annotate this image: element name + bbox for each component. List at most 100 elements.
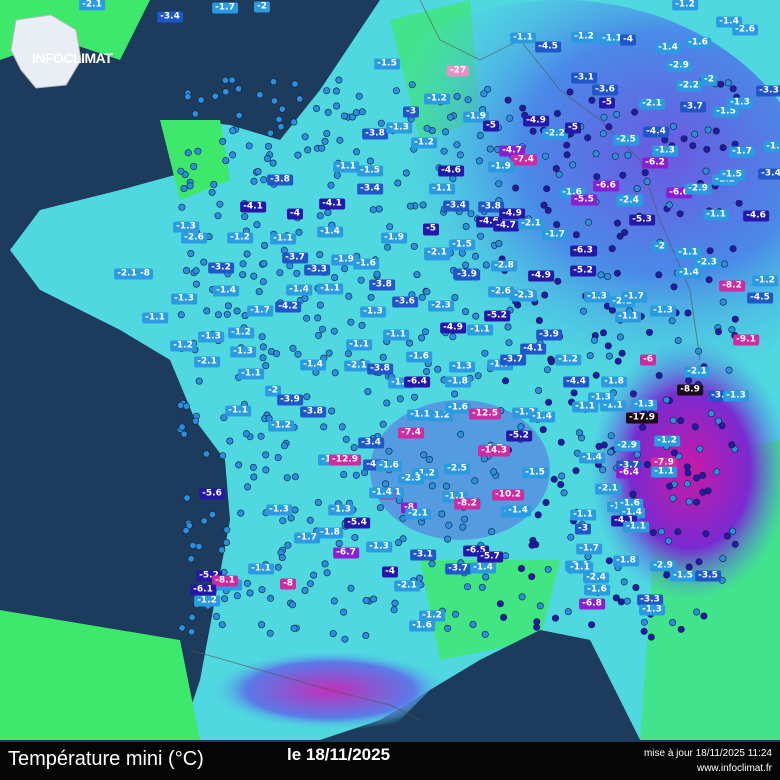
station-label[interactable]: -2.9	[666, 60, 692, 72]
station-label[interactable]: -1.4	[369, 487, 395, 499]
station-label[interactable]: -1.2	[555, 354, 581, 366]
station-label[interactable]: -5	[423, 223, 439, 235]
station-label[interactable]: -3.8	[367, 363, 393, 375]
station-label[interactable]: -4.9	[440, 322, 466, 334]
station-label[interactable]: -3	[403, 106, 419, 118]
station-label[interactable]: -1.4	[213, 285, 239, 297]
station-label[interactable]: -1.8	[445, 376, 471, 388]
station-label[interactable]: -4	[287, 208, 303, 220]
station-label[interactable]: -7.4	[511, 154, 537, 166]
station-label[interactable]: -1.4	[317, 226, 343, 238]
station-label[interactable]: -2.1	[114, 268, 140, 280]
station-label[interactable]: -4.5	[747, 292, 773, 304]
station-label[interactable]: -1.2	[424, 93, 450, 105]
station-label[interactable]: -6	[640, 354, 656, 366]
station-label[interactable]: -1.3	[584, 291, 610, 303]
station-label[interactable]: -1.9	[488, 161, 514, 173]
station-label[interactable]: -2	[254, 1, 270, 13]
station-label[interactable]: -6.7	[333, 547, 359, 559]
station-label[interactable]: -1.5	[522, 467, 548, 479]
station-label[interactable]: -1.3	[449, 361, 475, 373]
station-label[interactable]: -1.2	[654, 435, 680, 447]
station-label[interactable]: -2.1	[518, 218, 544, 230]
station-label[interactable]: -1.2	[170, 340, 196, 352]
station-label[interactable]: -2.4	[583, 572, 609, 584]
station-label[interactable]: -1.1	[429, 183, 455, 195]
station-label[interactable]: -6.1	[190, 584, 216, 596]
station-label[interactable]: -3.8	[300, 406, 326, 418]
station-label[interactable]: -1.1	[570, 509, 596, 521]
station-label[interactable]: -12.5	[469, 408, 501, 420]
station-label[interactable]: -2.1	[194, 356, 220, 368]
station-label[interactable]: -1.8	[317, 527, 343, 539]
station-label[interactable]: -1.7	[729, 146, 755, 158]
station-label[interactable]: -12.9	[329, 454, 361, 466]
station-label[interactable]: -8	[137, 268, 153, 280]
station-label[interactable]: -1.4	[676, 267, 702, 279]
station-label[interactable]: -3.7	[500, 354, 526, 366]
station-label[interactable]: -3.4	[358, 437, 384, 449]
station-label[interactable]: -1.4	[470, 562, 496, 574]
station-label[interactable]: -1.3	[386, 122, 412, 134]
station-label[interactable]: -4.9	[523, 115, 549, 127]
station-label[interactable]: -3.2	[208, 262, 234, 274]
station-label[interactable]: -4.9	[528, 270, 554, 282]
station-label[interactable]: -2.1	[394, 580, 420, 592]
station-label[interactable]: -1.7	[542, 229, 568, 241]
station-label[interactable]: -1.6	[406, 351, 432, 363]
station-label[interactable]: -5	[565, 122, 581, 134]
station-label[interactable]: -2.2	[676, 80, 702, 92]
station-label[interactable]: -1.3	[723, 390, 749, 402]
station-label[interactable]: -9.1	[733, 334, 759, 346]
station-label[interactable]: -1.6	[409, 620, 435, 632]
station-label[interactable]: -1.2	[228, 327, 254, 339]
station-label[interactable]: -3.8	[267, 174, 293, 186]
station-label[interactable]: -3.9	[277, 394, 303, 406]
station-label[interactable]: -6.8	[579, 598, 605, 610]
station-label[interactable]: -1.8	[613, 555, 639, 567]
station-label[interactable]: -1.5	[449, 239, 475, 251]
station-label[interactable]: -3.4	[443, 200, 469, 212]
station-label[interactable]: -1.7	[621, 291, 647, 303]
station-label[interactable]: -2.1	[595, 483, 621, 495]
station-label[interactable]: -1.1	[225, 405, 251, 417]
station-label[interactable]: -3.4	[758, 168, 780, 180]
station-label[interactable]: -2.3	[694, 257, 720, 269]
station-label[interactable]: -2.1	[424, 247, 450, 259]
station-label[interactable]: -1.1	[346, 339, 372, 351]
station-label[interactable]: -5	[483, 120, 499, 132]
station-label[interactable]: -1.3	[171, 293, 197, 305]
station-label[interactable]: -2.2	[542, 128, 568, 140]
station-label[interactable]: -1.2	[411, 137, 437, 149]
station-label[interactable]: -5.7	[477, 551, 503, 563]
station-label[interactable]: -1.3	[366, 541, 392, 553]
station-label[interactable]: -5.2	[506, 430, 532, 442]
station-label[interactable]: -5.6	[199, 488, 225, 500]
station-label[interactable]: -17.9	[626, 412, 658, 424]
station-label[interactable]: -5.2	[570, 265, 596, 277]
station-label[interactable]: -1.3	[360, 306, 386, 318]
station-label[interactable]: -1.3	[727, 97, 753, 109]
station-label[interactable]: -1.6	[353, 258, 379, 270]
station-label[interactable]: -1.4	[300, 359, 326, 371]
station-label[interactable]: -2.3	[511, 290, 537, 302]
station-label[interactable]: -6.2	[642, 157, 668, 169]
station-label[interactable]: -3.6	[592, 84, 618, 96]
station-label[interactable]: -10.2	[492, 489, 524, 501]
station-label[interactable]: -1.1	[142, 312, 168, 324]
station-label[interactable]: -3.3	[304, 264, 330, 276]
station-label[interactable]: -1.2	[227, 232, 253, 244]
station-label[interactable]: -2.1	[79, 0, 105, 11]
station-label[interactable]: -1.6	[376, 460, 402, 472]
station-label[interactable]: -6.4	[404, 376, 430, 388]
station-label[interactable]: -1.1	[333, 161, 359, 173]
station-label[interactable]: -5.3	[629, 214, 655, 226]
station-label[interactable]: -5.4	[344, 517, 370, 529]
site-link[interactable]: www.infoclimat.fr	[697, 763, 772, 774]
station-label[interactable]: -3.5	[695, 570, 721, 582]
station-label[interactable]: -1.1	[651, 466, 677, 478]
station-label[interactable]: -1.1	[572, 401, 598, 413]
station-label[interactable]: -3.8	[369, 279, 395, 291]
station-label[interactable]: -2.4	[616, 195, 642, 207]
station-label[interactable]: -3	[575, 523, 591, 535]
